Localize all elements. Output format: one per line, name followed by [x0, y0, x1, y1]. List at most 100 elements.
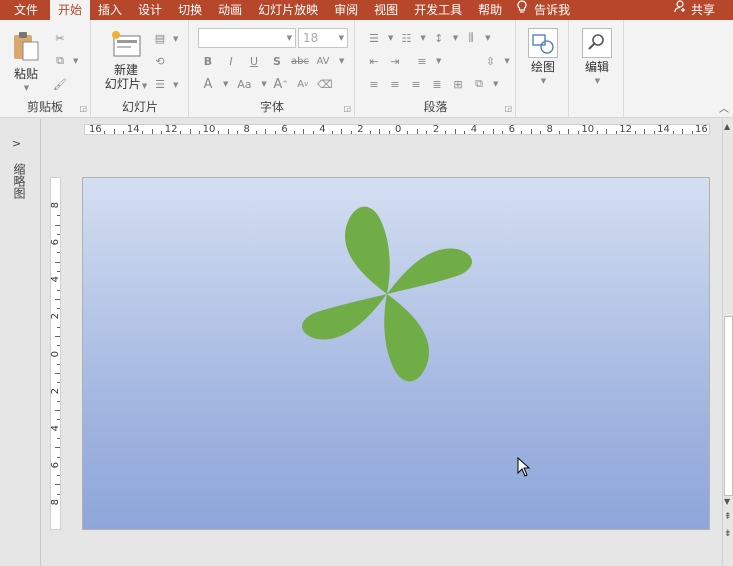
editing-button[interactable]: 编辑 ▼	[580, 28, 614, 88]
section-dropdown-caret[interactable]: ▼	[173, 81, 178, 89]
numbering-icon[interactable]: ☷	[398, 30, 414, 46]
share-button[interactable]: 共享	[689, 0, 733, 20]
h-ruler-tick	[369, 131, 371, 134]
align-right-icon[interactable]: ≡	[408, 76, 424, 92]
h-ruler-label: 10	[581, 124, 595, 135]
group-label-clipboard: 剪贴板	[26, 100, 63, 114]
section-icon[interactable]: ☰	[152, 76, 168, 92]
tab-review[interactable]: 审阅	[326, 0, 366, 20]
paste-dropdown-caret[interactable]: ▼	[9, 81, 44, 95]
share-person-icon[interactable]	[668, 0, 689, 20]
align-text-dropdown-caret[interactable]: ▼	[504, 57, 509, 65]
drawing-dropdown-caret[interactable]: ▼	[527, 74, 560, 88]
tab-file[interactable]: 文件	[0, 0, 50, 20]
previous-slide-icon[interactable]: ⇞	[724, 512, 732, 522]
tab-design[interactable]: 设计	[130, 0, 170, 20]
text-direction-icon[interactable]: ⫼	[463, 30, 479, 46]
format-painter-icon[interactable]: 🖌	[52, 76, 68, 92]
tab-help[interactable]: 帮助	[470, 0, 510, 20]
reset-icon[interactable]: ⟲	[152, 53, 168, 69]
pinwheel-shape[interactable]	[299, 204, 475, 384]
font-size-combo[interactable]: 18 ▼	[298, 28, 348, 48]
h-ruler-tick	[123, 131, 125, 134]
spacing-dropdown-caret[interactable]: ▼	[339, 57, 344, 65]
line-spacing-dropdown-caret[interactable]: ▼	[453, 34, 458, 42]
increase-font-icon[interactable]: A ^	[273, 76, 289, 92]
h-ruler-label: 2	[432, 124, 440, 135]
scroll-down-arrow-icon[interactable]: ▼	[724, 497, 730, 506]
layout-dropdown-caret[interactable]: ▼	[173, 35, 178, 43]
shadow-icon[interactable]: S	[269, 53, 285, 69]
v-ruler-tick	[55, 447, 60, 449]
tab-home[interactable]: 开始	[50, 0, 91, 20]
v-ruler-tick	[57, 456, 60, 458]
thumbnail-pane-label[interactable]: 缩略图	[11, 163, 28, 199]
justify-icon[interactable]: ≣	[429, 76, 445, 92]
next-slide-icon[interactable]: ⇟	[724, 529, 732, 539]
tab-transitions[interactable]: 切换	[170, 0, 210, 20]
tab-insert[interactable]: 插入	[90, 0, 130, 20]
paragraph-launcher-icon[interactable]: ◲	[504, 104, 512, 113]
h-ruler-tick	[388, 131, 390, 134]
align-text-icon[interactable]: ⇳	[482, 53, 498, 69]
align-left-icon[interactable]: ≡	[366, 76, 382, 92]
v-ruler-tick	[57, 363, 60, 365]
change-case-dropdown-caret[interactable]: ▼	[261, 80, 266, 88]
tab-slideshow[interactable]: 幻灯片放映	[250, 0, 326, 20]
editing-dropdown-caret[interactable]: ▼	[581, 74, 614, 88]
italic-icon[interactable]: I	[223, 53, 239, 69]
columns-dropdown-caret[interactable]: ▼	[436, 57, 441, 65]
scrollbar-thumb[interactable]	[724, 316, 733, 496]
h-ruler-tick	[521, 131, 523, 134]
text-direction-dropdown-caret[interactable]: ▼	[485, 34, 490, 42]
increase-indent-icon[interactable]: ⇥	[387, 53, 403, 69]
clear-formatting-icon[interactable]: ⌫	[317, 76, 333, 92]
font-color-dropdown-caret[interactable]: ▼	[223, 80, 228, 88]
distributed-icon[interactable]: ⊞	[450, 76, 466, 92]
tell-me-search[interactable]: 告诉我	[530, 0, 578, 20]
collapse-ribbon-icon[interactable]: ︿	[719, 100, 729, 115]
columns-icon[interactable]: ≡	[414, 53, 430, 69]
decrease-font-icon[interactable]: Av	[295, 76, 311, 92]
shapes-icon	[528, 28, 558, 58]
font-color-icon[interactable]: A	[200, 76, 216, 92]
vertical-scrollbar[interactable]: ▲ ▼ ⇞ ⇟	[722, 119, 733, 566]
bullets-icon[interactable]: ☰	[366, 30, 382, 46]
lightbulb-icon[interactable]	[510, 0, 530, 21]
tab-view[interactable]: 视图	[366, 0, 406, 20]
line-spacing-icon[interactable]: ↕	[431, 30, 447, 46]
copy-icon[interactable]: ⧉	[52, 53, 68, 69]
bullets-dropdown-caret[interactable]: ▼	[388, 34, 393, 42]
change-case-icon[interactable]: Aa	[234, 76, 254, 92]
bold-icon[interactable]: B	[200, 53, 216, 69]
tab-developer[interactable]: 开发工具	[406, 0, 470, 20]
v-ruler-tick	[57, 475, 60, 477]
scroll-up-arrow-icon[interactable]: ▲	[724, 122, 730, 131]
v-ruler-tick	[57, 252, 60, 254]
h-ruler-tick	[104, 131, 106, 134]
copy-dropdown-caret[interactable]: ▼	[73, 57, 78, 65]
drawing-button[interactable]: 绘图 ▼	[526, 28, 560, 88]
h-ruler-tick	[161, 131, 163, 134]
underline-icon[interactable]: U	[246, 53, 262, 69]
expand-pane-icon[interactable]: >	[12, 137, 21, 150]
character-spacing-icon[interactable]: AV	[315, 53, 331, 69]
cut-icon[interactable]: ✂	[52, 30, 68, 46]
decrease-indent-icon[interactable]: ⇤	[366, 53, 382, 69]
numbering-dropdown-caret[interactable]: ▼	[420, 34, 425, 42]
font-name-combo[interactable]: ▼	[198, 28, 296, 48]
tab-animations[interactable]: 动画	[210, 0, 250, 20]
font-launcher-icon[interactable]: ◲	[343, 104, 351, 113]
smartart-dropdown-caret[interactable]: ▼	[493, 80, 498, 88]
layout-icon[interactable]: ▤	[152, 30, 168, 46]
smartart-icon[interactable]: ⧉	[471, 76, 487, 92]
paragraph-list-row: ☰ ▼ ☷ ▼ ↕ ▼ ⫼ ▼	[366, 30, 491, 46]
strikethrough-icon[interactable]: abc	[291, 53, 309, 69]
new-slide-button[interactable]: 新建 幻灯片▼	[98, 30, 154, 93]
clipboard-launcher-icon[interactable]: ◲	[79, 104, 87, 113]
ribbon-home: 粘贴 ▼ ✂ ⧉ ▼ 🖌 剪贴板 ◲ 新建 幻灯片▼ ▤ ▼ ⟲ ☰ ▼ 幻灯片…	[0, 20, 733, 118]
paste-button[interactable]: 粘贴 ▼	[8, 30, 44, 95]
align-center-icon[interactable]: ≡	[387, 76, 403, 92]
slide-canvas[interactable]	[82, 177, 710, 530]
h-ruler-tick	[492, 129, 494, 134]
